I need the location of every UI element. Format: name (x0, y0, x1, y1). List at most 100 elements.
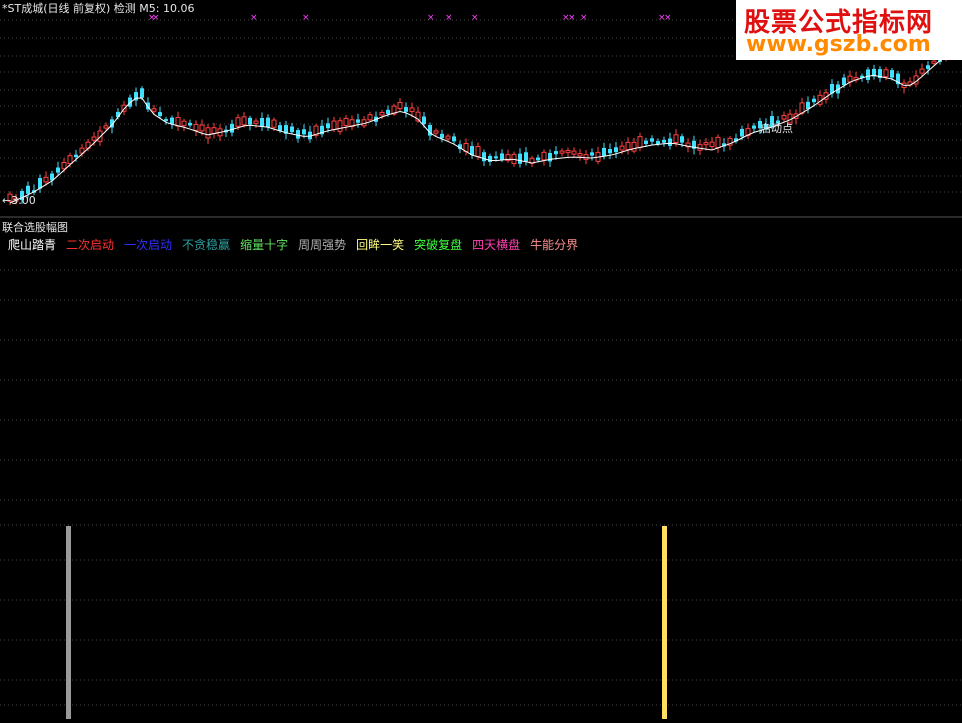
legend-item: 周周强势 (298, 238, 347, 252)
ma-label: M5: 10.06 (139, 2, 195, 15)
signal-marker: × (302, 13, 310, 23)
chart-canvas[interactable]: ×× × × × × × ×× × ×× (0, 0, 962, 723)
candle-body (235, 117, 241, 127)
candle-body (637, 136, 643, 149)
candle-body (697, 144, 703, 151)
candle-body (175, 116, 181, 127)
legend-item: 二次启动 (66, 238, 115, 252)
candle-body (625, 141, 631, 150)
candle-body (919, 68, 925, 74)
candle-body (181, 120, 187, 127)
candle-body (367, 114, 373, 121)
candle-body (337, 120, 343, 132)
candle-body (43, 176, 49, 183)
candle-body (883, 69, 889, 78)
gray-signal-bar (66, 526, 71, 719)
candle-body (386, 109, 390, 114)
candle-body (475, 146, 481, 157)
candle-body (151, 108, 157, 112)
candle-body (445, 135, 451, 140)
candle-body (290, 126, 294, 133)
candle-body (602, 147, 606, 157)
candle-body (452, 136, 456, 142)
signal-marker: × (250, 13, 258, 23)
candle-body (278, 125, 282, 131)
candle-body (199, 124, 205, 132)
candle-body (536, 157, 540, 161)
candle-body (577, 153, 583, 157)
candle-body (571, 150, 577, 155)
candle-body (230, 123, 234, 133)
candle-body (61, 161, 67, 170)
candle-body (781, 115, 787, 120)
candle-body (397, 101, 403, 110)
candle-body (271, 119, 277, 128)
candle-body (812, 98, 816, 103)
candle-body (302, 129, 306, 135)
candle-body (296, 130, 300, 139)
candle-body (488, 155, 492, 162)
candle-body (26, 185, 30, 194)
legend-item: 回眸一笑 (356, 238, 405, 252)
candle-body (926, 65, 930, 69)
candle-body (91, 136, 97, 141)
ma5-line (9, 51, 953, 204)
candle-body (260, 118, 264, 127)
stock-title: *ST成城(日线 前复权) 检测 (2, 2, 136, 15)
candle-body (650, 138, 654, 142)
watermark-logo: 股票公式指标网 www.gszb.com (736, 0, 962, 60)
sub-chart-title: 联合选股幅图 (2, 221, 68, 234)
candle-body (356, 119, 360, 123)
legend-item: 四天横盘 (472, 238, 521, 252)
signal-marker: × (664, 13, 672, 23)
candle-body (193, 123, 199, 131)
candle-body (326, 123, 330, 129)
signal-marker: × (445, 13, 453, 23)
candle-body (662, 139, 666, 143)
candle-body (631, 141, 637, 152)
signal-marker: × (568, 13, 576, 23)
candle-body (931, 60, 937, 64)
candle-body (524, 152, 528, 162)
candle-body (866, 69, 870, 81)
legend-item: 不贪稳赢 (182, 238, 231, 252)
candle-body (482, 152, 486, 162)
yellow-signal-bar (662, 526, 667, 719)
legend-item: 一次启动 (124, 238, 173, 252)
candle-body (842, 77, 846, 86)
candle-body (554, 151, 558, 155)
candle-body (211, 127, 217, 134)
candle-body (103, 125, 109, 129)
candle-body (703, 142, 709, 146)
signal-marker: × (471, 13, 479, 23)
candle-body (253, 120, 259, 124)
candle-body (715, 136, 721, 149)
candle-body (680, 136, 684, 143)
legend-item: 突破复盘 (414, 238, 463, 252)
candle-body (140, 88, 144, 98)
candle-body (614, 147, 618, 153)
candle-body (656, 141, 660, 144)
candle-body (241, 116, 247, 126)
watermark-url: www.gszb.com (746, 32, 931, 57)
candle-body (559, 150, 565, 154)
candle-body (170, 117, 174, 124)
main-chart-title: *ST成城(日线 前复权) 检测 M5: 10.06 (2, 0, 194, 16)
candle-body (379, 112, 385, 116)
candle-body (541, 151, 547, 161)
candle-body (565, 149, 571, 154)
legend-item: 牛能分界 (530, 238, 579, 252)
signal-marker: × (427, 13, 435, 23)
candle-body (608, 149, 612, 154)
top-signal-markers: ×× × × × × × ×× × ×× (148, 13, 672, 23)
signal-marker: × (580, 13, 588, 23)
candle-body (847, 75, 853, 83)
candle-body (331, 120, 337, 130)
candle-body (343, 117, 349, 126)
candle-body (500, 153, 504, 160)
candle-body (890, 70, 894, 78)
candle-body (164, 119, 168, 122)
candle-body (494, 156, 498, 159)
price-marker-label: ←3.00 (2, 194, 36, 207)
candle-body (709, 141, 715, 148)
